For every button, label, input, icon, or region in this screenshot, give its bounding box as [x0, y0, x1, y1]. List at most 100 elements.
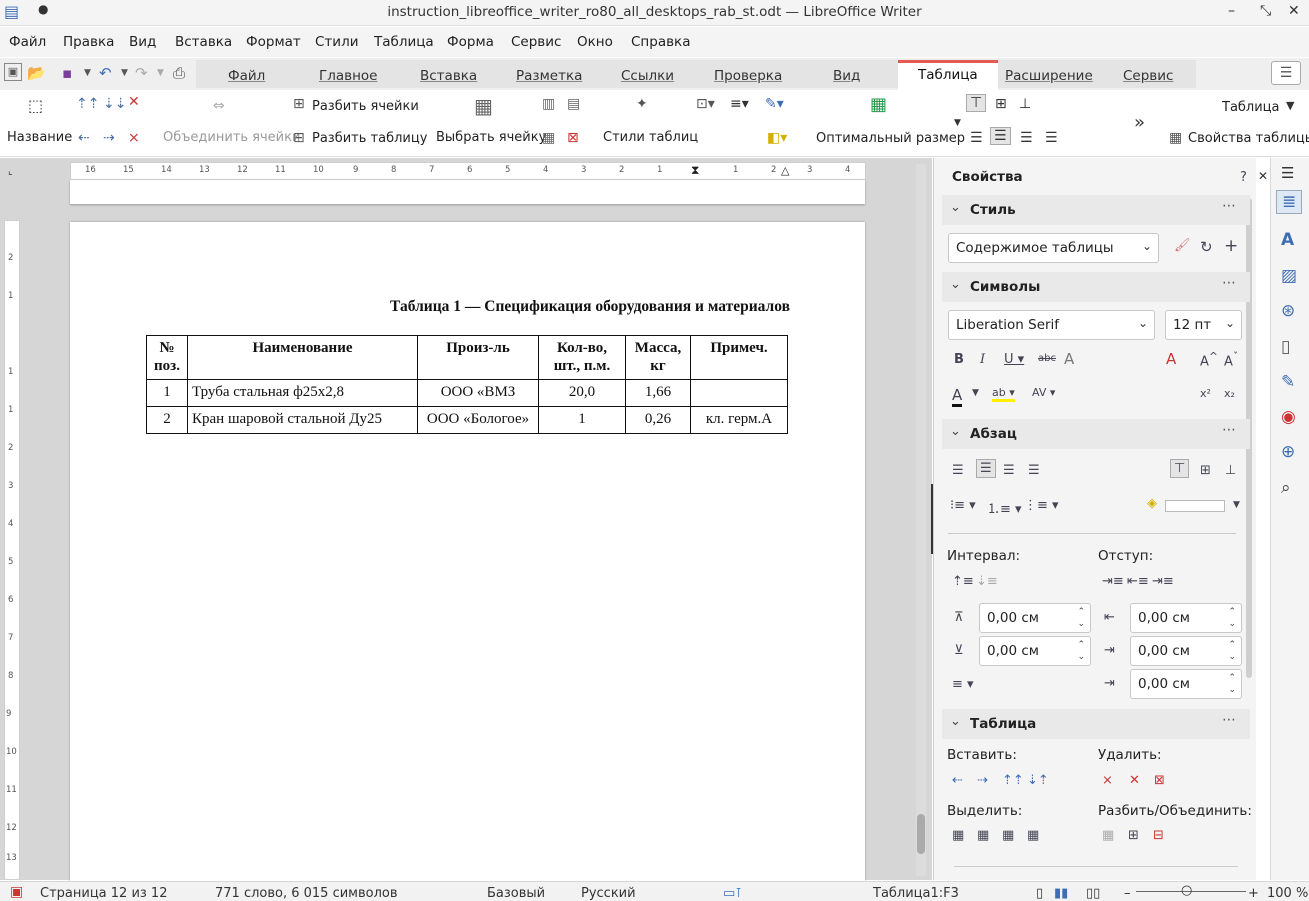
more-options-icon[interactable]: ⋯	[1222, 198, 1236, 214]
page-deck-icon[interactable]: ▯	[1281, 337, 1290, 357]
align-top-icon[interactable]: ⊤	[966, 94, 987, 112]
spin-arrows-icon[interactable]: ⌃ ⌄	[1077, 606, 1085, 630]
para-background-swatch[interactable]	[1165, 500, 1225, 512]
first-line-indent-field[interactable]: 0,00 см ⌃ ⌄	[1130, 669, 1242, 699]
para-align-left-icon[interactable]: ☰	[952, 463, 964, 478]
border-style-icon[interactable]: ≡▾	[730, 96, 749, 112]
font-name-combo[interactable]: Liberation Serif ⌄	[948, 310, 1155, 340]
hanging-indent-icon[interactable]: ⇥≡	[1152, 574, 1174, 589]
open-folder-icon[interactable]: 📂	[27, 64, 46, 82]
page-style[interactable]: Базовый	[487, 886, 545, 901]
more-options-icon[interactable]: ⋯	[1222, 275, 1236, 291]
menu-edit[interactable]: Правка	[63, 34, 114, 50]
spin-arrows-icon[interactable]: ⌃ ⌄	[1228, 606, 1236, 630]
table-styles-button[interactable]: Стили таблиц	[603, 130, 698, 145]
previous-page-bottom[interactable]	[70, 180, 865, 204]
shadow-icon[interactable]: A	[1064, 350, 1074, 368]
table-properties-icon[interactable]: ▦	[1169, 130, 1182, 146]
numbering-icon[interactable]: ⒈≡ ▾	[987, 498, 1022, 517]
select-table-icon[interactable]: ▦	[542, 130, 555, 146]
insert-cols-after-icon[interactable]: ⇢	[103, 130, 115, 146]
table-cell[interactable]: кл. герм.А	[690, 406, 788, 434]
split-cells-icon[interactable]: ⊞	[293, 96, 305, 112]
header-cell[interactable]: № поз.	[146, 335, 188, 380]
tab-home[interactable]: Главное	[319, 68, 377, 84]
select-cell-icon[interactable]: ▦	[474, 94, 493, 118]
selection-mode-icon[interactable]: ▭⊺	[723, 886, 742, 901]
grow-font-icon[interactable]: A^	[1200, 350, 1218, 369]
menu-table[interactable]: Таблица	[374, 34, 434, 50]
horizontal-ruler[interactable]: 16 15 14 13 12 11 10 9 8 7 6 5 4 3 2 1 1…	[70, 162, 866, 180]
superscript-icon[interactable]: x²	[1200, 387, 1211, 400]
indent-marker-icon[interactable]: ⧗	[691, 163, 699, 178]
header-cell[interactable]: Кол-во, шт., п.м.	[538, 335, 626, 380]
before-indent-field[interactable]: 0,00 см ⌃ ⌄	[1130, 603, 1242, 633]
header-cell[interactable]: Масса, кг	[625, 335, 691, 380]
increase-indent-icon[interactable]: ⇥≡	[1102, 574, 1124, 589]
menu-form[interactable]: Форма	[447, 34, 494, 50]
tab-references[interactable]: Ссылки	[621, 68, 674, 84]
spin-arrows-icon[interactable]: ⌃ ⌄	[1077, 639, 1085, 663]
styles-deck-icon[interactable]: A	[1281, 230, 1294, 250]
sb-insert-col-after-icon[interactable]: ⇢	[977, 773, 988, 788]
sb-insert-row-below-icon[interactable]: ⇣⇡	[1027, 773, 1049, 788]
collapse-chevron-icon[interactable]: ⌄	[950, 277, 961, 292]
insert-rows-above-icon[interactable]: ⇡⇡	[76, 96, 99, 112]
new-style-icon[interactable]: +	[1224, 236, 1238, 256]
table-cell[interactable]: 1	[538, 406, 626, 434]
delete-cols-icon[interactable]: ⨯	[128, 130, 140, 146]
table-panel-header[interactable]: ⌄ Таблица ⋯	[942, 709, 1250, 739]
collapse-chevron-icon[interactable]: ⌄	[950, 424, 961, 439]
align-bottom-icon[interactable]: ⊥	[1019, 96, 1031, 112]
tab-layout[interactable]: Разметка	[516, 68, 582, 84]
menu-insert[interactable]: Вставка	[175, 34, 232, 50]
spin-arrows-icon[interactable]: ⌃ ⌄	[1228, 672, 1236, 696]
menu-styles[interactable]: Стили	[315, 34, 358, 50]
font-color-dropdown-icon[interactable]: ▼	[972, 388, 979, 398]
sidebar-menu-icon[interactable]: ☰	[1281, 164, 1294, 182]
collapse-chevron-icon[interactable]: ⌄	[950, 200, 961, 215]
undo-icon[interactable]: ↶	[99, 64, 112, 82]
print-icon[interactable]: ⎙	[173, 64, 185, 82]
sb-select-cell-icon[interactable]: ▦	[952, 828, 964, 843]
select-row-icon[interactable]: ▤	[567, 96, 580, 112]
optimal-size-icon[interactable]: ▦	[870, 94, 887, 115]
autoformat-wand-icon[interactable]: ✦	[636, 96, 648, 112]
insert-rows-below-icon[interactable]: ⇣⇣	[103, 96, 126, 112]
split-table-button[interactable]: Разбить таблицу	[312, 131, 427, 146]
align-right-icon[interactable]: ☰	[1020, 130, 1033, 146]
context-dropdown-icon[interactable]: ▼	[1286, 99, 1294, 112]
table-name-icon[interactable]: ⬚	[28, 96, 43, 115]
delete-rows-icon[interactable]: ✕	[128, 94, 140, 110]
name-button[interactable]: Название	[7, 130, 72, 145]
sb-insert-row-above-icon[interactable]: ⇡⇡	[1002, 773, 1024, 788]
sb-select-row-icon[interactable]: ▦	[977, 828, 989, 843]
tab-tools[interactable]: Сервис	[1123, 68, 1173, 84]
shrink-font-icon[interactable]: Aˇ	[1224, 350, 1238, 369]
delete-table-icon[interactable]: ⊠	[567, 130, 579, 146]
zoom-out-icon[interactable]: –	[1124, 886, 1131, 901]
subscript-icon[interactable]: x₂	[1224, 387, 1235, 400]
decrease-indent-icon[interactable]: ⇤≡	[1127, 574, 1149, 589]
sb-split-table-icon[interactable]: ⊟	[1153, 828, 1164, 843]
borders-icon[interactable]: ⊡▾	[696, 96, 715, 112]
page-count[interactable]: Страница 12 из 12	[40, 886, 167, 901]
style-inspector-deck-icon[interactable]: ✎	[1281, 372, 1295, 392]
menu-help[interactable]: Справка	[631, 34, 690, 50]
collapse-chevron-icon[interactable]: ⌄	[950, 714, 961, 729]
undo-dropdown-icon[interactable]: ▼	[121, 68, 128, 78]
document-vertical-scrollbar[interactable]	[916, 164, 926, 876]
table-cell[interactable]: ООО «Бологое»	[417, 406, 539, 434]
sidebar-close-icon[interactable]: ✕	[1258, 169, 1268, 183]
more-options-icon[interactable]: ⋯	[1222, 422, 1236, 438]
spacing-icon[interactable]: AV ▾	[1032, 386, 1055, 399]
merge-cells-button[interactable]: Объединить ячейки	[163, 130, 300, 145]
update-style-icon[interactable]: ↻	[1200, 238, 1213, 256]
menu-tools[interactable]: Сервис	[511, 34, 561, 50]
tab-insert[interactable]: Вставка	[420, 68, 477, 84]
decrease-spacing-icon[interactable]: ⇣≡	[976, 574, 998, 589]
language[interactable]: Русский	[581, 886, 636, 901]
more-options-icon[interactable]: ⋯	[1222, 712, 1236, 728]
strikethrough-icon[interactable]: abc	[1038, 353, 1056, 364]
properties-deck-icon[interactable]: ≣	[1276, 190, 1303, 214]
